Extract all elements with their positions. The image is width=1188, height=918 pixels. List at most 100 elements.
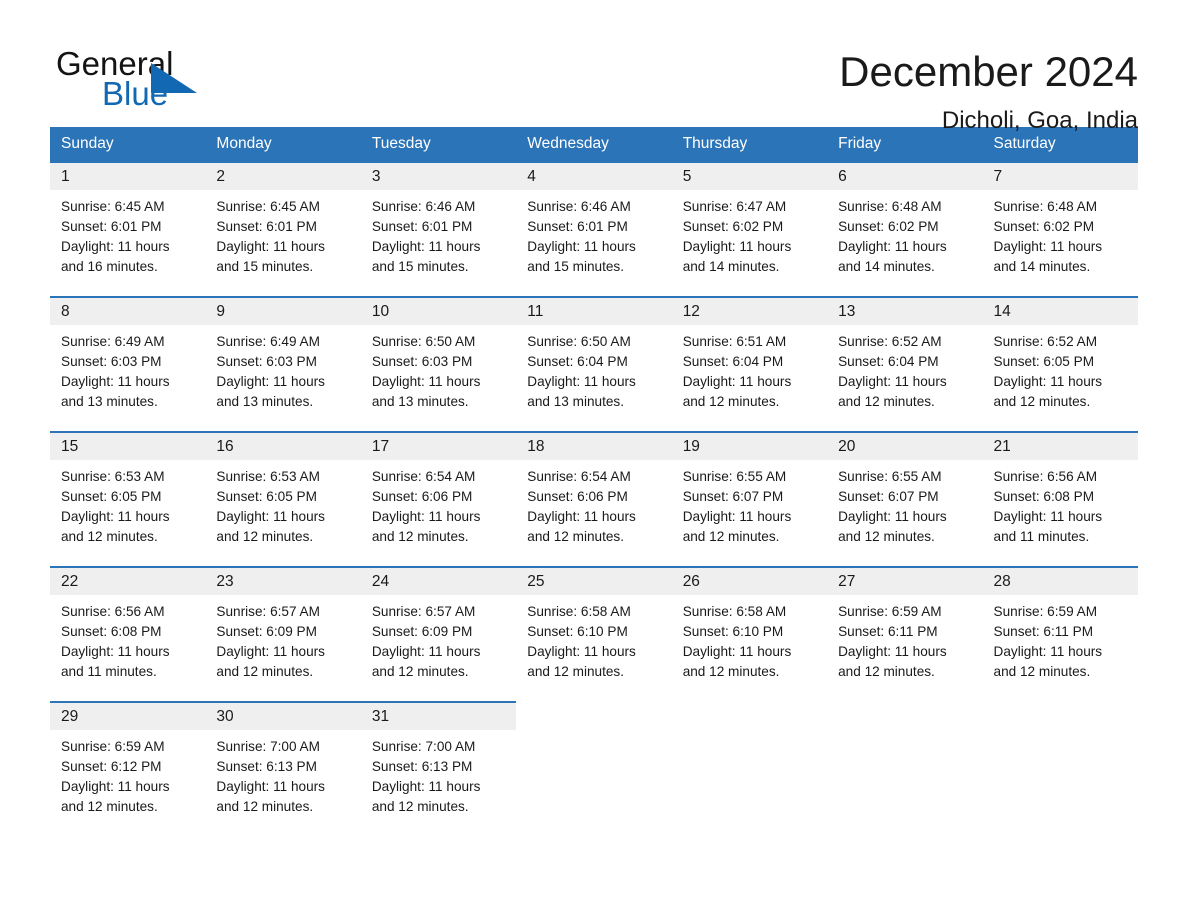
calendar-day-cell[interactable]: 20 Sunrise: 6:55 AM Sunset: 6:07 PM Dayligh… xyxy=(827,431,983,567)
sunset-text: Sunset: 6:01 PM xyxy=(61,219,162,234)
day-details: Sunrise: 7:00 AM Sunset: 6:13 PM Daylight:… xyxy=(361,730,516,817)
calendar-day-cell[interactable]: 13 Sunrise: 6:52 AM Sunset: 6:04 PM Dayligh… xyxy=(827,296,983,432)
daylight-text: Daylight: 11 hours and 13 minutes. xyxy=(371,374,481,409)
sunset-text: Sunset: 6:05 PM xyxy=(993,354,1095,369)
calendar-day-cell[interactable]: 25 Sunrise: 6:58 AM Sunset: 6:10 PM Dayligh… xyxy=(516,566,672,702)
daylight-text: Daylight: 11 hours and 14 minutes. xyxy=(993,239,1103,274)
day-number: 26 xyxy=(671,568,828,595)
sunrise-text: Sunrise: 7:00 AM xyxy=(371,739,476,754)
sunset-text: Sunset: 6:08 PM xyxy=(993,489,1095,504)
day-cell-inner: 13 Sunrise: 6:52 AM Sunset: 6:04 PM Dayligh… xyxy=(827,298,983,431)
sunrise-text: Sunrise: 6:47 AM xyxy=(682,199,787,214)
calendar-day-cell[interactable]: 4 Sunrise: 6:46 AM Sunset: 6:01 PM Daylight… xyxy=(516,161,672,297)
day-number: 21 xyxy=(982,433,1138,460)
day-cell-inner: 16 Sunrise: 6:53 AM Sunset: 6:05 PM Dayligh… xyxy=(205,433,361,566)
day-details: Sunrise: 6:49 AM Sunset: 6:03 PM Daylight:… xyxy=(50,325,205,412)
day-details: Sunrise: 6:56 AM Sunset: 6:08 PM Daylight:… xyxy=(983,460,1138,547)
sunset-text: Sunset: 6:04 PM xyxy=(527,354,628,369)
calendar-day-cell[interactable]: 12 Sunrise: 6:51 AM Sunset: 6:04 PM Dayligh… xyxy=(671,296,828,432)
calendar-day-cell[interactable]: 6 Sunrise: 6:48 AM Sunset: 6:02 PM Daylight… xyxy=(827,161,983,297)
sunset-text: Sunset: 6:03 PM xyxy=(216,354,317,369)
calendar-day-cell-empty xyxy=(982,702,1138,836)
daylight-text: Daylight: 11 hours and 13 minutes. xyxy=(216,374,325,409)
sunset-text: Sunset: 6:07 PM xyxy=(838,489,939,504)
daylight-text: Daylight: 11 hours and 12 minutes. xyxy=(682,374,792,409)
calendar-day-cell[interactable]: 31 Sunrise: 7:00 AM Sunset: 6:13 PM Dayligh… xyxy=(360,701,517,836)
sunrise-text: Sunrise: 6:48 AM xyxy=(993,199,1098,214)
calendar-day-cell[interactable]: 29 Sunrise: 6:59 AM Sunset: 6:12 PM Dayligh… xyxy=(50,701,206,836)
day-cell-inner: 22 Sunrise: 6:56 AM Sunset: 6:08 PM Dayligh… xyxy=(50,568,206,701)
daylight-text: Daylight: 11 hours and 12 minutes. xyxy=(216,779,325,814)
calendar-day-cell[interactable]: 9 Sunrise: 6:49 AM Sunset: 6:03 PM Daylight… xyxy=(205,296,361,432)
day-details: Sunrise: 6:55 AM Sunset: 6:07 PM Daylight:… xyxy=(672,460,827,547)
daylight-text: Daylight: 11 hours and 12 minutes. xyxy=(371,779,481,814)
day-cell-inner: 11 Sunrise: 6:50 AM Sunset: 6:04 PM Dayligh… xyxy=(516,298,672,431)
day-details: Sunrise: 6:47 AM Sunset: 6:02 PM Daylight:… xyxy=(672,190,827,277)
calendar-day-cell[interactable]: 30 Sunrise: 7:00 AM Sunset: 6:13 PM Dayligh… xyxy=(205,701,361,836)
calendar-day-cell[interactable]: 22 Sunrise: 6:56 AM Sunset: 6:08 PM Dayligh… xyxy=(50,566,206,702)
daylight-text: Daylight: 11 hours and 12 minutes. xyxy=(61,779,170,814)
daylight-text: Daylight: 11 hours and 12 minutes. xyxy=(993,374,1103,409)
day-details: Sunrise: 6:53 AM Sunset: 6:05 PM Daylight:… xyxy=(205,460,360,547)
calendar-day-cell[interactable]: 18 Sunrise: 6:54 AM Sunset: 6:06 PM Dayligh… xyxy=(516,431,672,567)
sunrise-text: Sunrise: 6:49 AM xyxy=(216,334,320,349)
general-blue-logo[interactable]: General Blue xyxy=(50,45,250,117)
calendar-day-cell[interactable]: 7 Sunrise: 6:48 AM Sunset: 6:02 PM Daylight… xyxy=(982,161,1138,297)
sunrise-text: Sunrise: 6:54 AM xyxy=(371,469,476,484)
day-number: 25 xyxy=(516,568,672,595)
page-title: December 2024 xyxy=(839,48,1138,95)
sunset-text: Sunset: 6:05 PM xyxy=(216,489,317,504)
calendar-day-cell[interactable]: 16 Sunrise: 6:53 AM Sunset: 6:05 PM Dayligh… xyxy=(205,431,361,567)
calendar-day-cell[interactable]: 19 Sunrise: 6:55 AM Sunset: 6:07 PM Dayligh… xyxy=(671,431,828,567)
calendar-day-cell[interactable]: 8 Sunrise: 6:49 AM Sunset: 6:03 PM Daylight… xyxy=(50,296,206,432)
day-cell-inner: 17 Sunrise: 6:54 AM Sunset: 6:06 PM Dayligh… xyxy=(360,433,517,566)
calendar-week-row: 29 Sunrise: 6:59 AM Sunset: 6:12 PM Dayligh… xyxy=(50,701,1138,836)
day-cell-inner: 27 Sunrise: 6:59 AM Sunset: 6:11 PM Dayligh… xyxy=(827,568,983,701)
day-details: Sunrise: 6:54 AM Sunset: 6:06 PM Daylight:… xyxy=(361,460,516,547)
sunset-text: Sunset: 6:04 PM xyxy=(682,354,784,369)
calendar-day-cell[interactable]: 27 Sunrise: 6:59 AM Sunset: 6:11 PM Dayligh… xyxy=(827,566,983,702)
calendar-day-cell[interactable]: 1 Sunrise: 6:45 AM Sunset: 6:01 PM Daylight… xyxy=(50,161,206,297)
day-details: Sunrise: 6:55 AM Sunset: 6:07 PM Daylight:… xyxy=(827,460,982,547)
day-number: 28 xyxy=(982,568,1138,595)
calendar-day-cell[interactable]: 10 Sunrise: 6:50 AM Sunset: 6:03 PM Dayligh… xyxy=(360,296,517,432)
day-number: 31 xyxy=(360,703,517,730)
calendar-day-cell[interactable]: 23 Sunrise: 6:57 AM Sunset: 6:09 PM Dayligh… xyxy=(205,566,361,702)
calendar-week-row: 8 Sunrise: 6:49 AM Sunset: 6:03 PM Daylight… xyxy=(50,296,1138,432)
calendar-day-cell[interactable]: 15 Sunrise: 6:53 AM Sunset: 6:05 PM Dayligh… xyxy=(50,431,206,567)
day-number: 18 xyxy=(516,433,672,460)
sunrise-text: Sunrise: 6:55 AM xyxy=(838,469,942,484)
day-number: 23 xyxy=(205,568,361,595)
calendar-day-cell[interactable]: 28 Sunrise: 6:59 AM Sunset: 6:11 PM Dayligh… xyxy=(982,566,1138,702)
sunset-text: Sunset: 6:01 PM xyxy=(216,219,317,234)
calendar-day-cell[interactable]: 26 Sunrise: 6:58 AM Sunset: 6:10 PM Dayligh… xyxy=(671,566,828,702)
weekday-header-sunday: Sunday xyxy=(50,127,206,162)
day-number: 11 xyxy=(516,298,672,325)
calendar-day-cell[interactable]: 14 Sunrise: 6:52 AM Sunset: 6:05 PM Dayligh… xyxy=(982,296,1138,432)
sunset-text: Sunset: 6:11 PM xyxy=(993,624,1094,639)
day-details: Sunrise: 6:48 AM Sunset: 6:02 PM Daylight:… xyxy=(983,190,1138,277)
calendar-day-cell[interactable]: 2 Sunrise: 6:45 AM Sunset: 6:01 PM Daylight… xyxy=(205,161,361,297)
day-number: 16 xyxy=(205,433,361,460)
sunset-text: Sunset: 6:09 PM xyxy=(216,624,317,639)
day-details: Sunrise: 6:58 AM Sunset: 6:10 PM Daylight:… xyxy=(672,595,827,682)
sunset-text: Sunset: 6:13 PM xyxy=(371,759,473,774)
day-details: Sunrise: 6:51 AM Sunset: 6:04 PM Daylight:… xyxy=(672,325,827,412)
calendar-day-cell-empty xyxy=(827,702,983,836)
sunrise-text: Sunrise: 6:52 AM xyxy=(838,334,942,349)
day-cell-inner: 4 Sunrise: 6:46 AM Sunset: 6:01 PM Daylight… xyxy=(516,163,672,296)
day-details: Sunrise: 6:57 AM Sunset: 6:09 PM Daylight:… xyxy=(205,595,360,682)
calendar-day-cell[interactable]: 5 Sunrise: 6:47 AM Sunset: 6:02 PM Daylight… xyxy=(671,161,828,297)
day-details: Sunrise: 6:54 AM Sunset: 6:06 PM Daylight:… xyxy=(516,460,671,547)
daylight-text: Daylight: 11 hours and 13 minutes. xyxy=(527,374,636,409)
calendar-day-cell[interactable]: 3 Sunrise: 6:46 AM Sunset: 6:01 PM Daylight… xyxy=(360,161,517,297)
calendar-day-cell-empty xyxy=(516,702,672,836)
sunrise-text: Sunrise: 6:58 AM xyxy=(527,604,631,619)
calendar-day-cell[interactable]: 11 Sunrise: 6:50 AM Sunset: 6:04 PM Dayligh… xyxy=(516,296,672,432)
day-cell-inner: 28 Sunrise: 6:59 AM Sunset: 6:11 PM Dayligh… xyxy=(982,568,1138,701)
day-details: Sunrise: 6:46 AM Sunset: 6:01 PM Daylight:… xyxy=(516,190,671,277)
calendar-day-cell[interactable]: 21 Sunrise: 6:56 AM Sunset: 6:08 PM Dayligh… xyxy=(982,431,1138,567)
calendar-day-cell[interactable]: 24 Sunrise: 6:57 AM Sunset: 6:09 PM Dayligh… xyxy=(360,566,517,702)
calendar-day-cell[interactable]: 17 Sunrise: 6:54 AM Sunset: 6:06 PM Dayligh… xyxy=(360,431,517,567)
day-cell-inner: 31 Sunrise: 7:00 AM Sunset: 6:13 PM Dayligh… xyxy=(360,703,517,836)
